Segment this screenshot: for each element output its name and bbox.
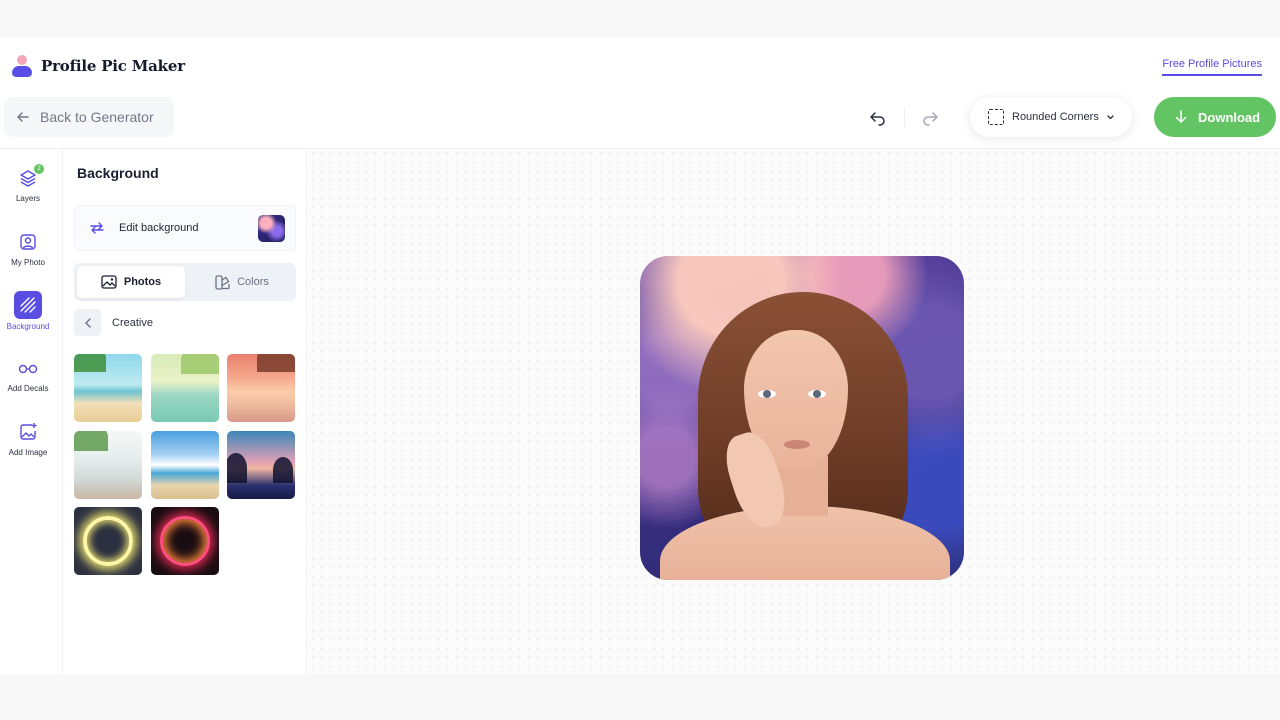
background-thumbnail-tropical-leaves[interactable] — [151, 354, 219, 422]
rail-item-label: My Photo — [11, 258, 45, 267]
app-window: Profile Pic Maker Free Profile Pictures … — [0, 38, 1280, 674]
rail-item-add-decals[interactable]: Add Decals — [0, 357, 56, 393]
rail-item-label: Layers — [15, 194, 40, 203]
app-logo[interactable]: Profile Pic Maker — [10, 53, 185, 79]
back-to-generator-label: Back to Generator — [40, 109, 154, 125]
background-thumbnail-neon-palm-sunset[interactable] — [227, 431, 295, 499]
rounded-corners-label: Rounded Corners — [1012, 111, 1099, 123]
layers-count-badge: 2 — [34, 164, 44, 174]
current-background-thumbnail — [258, 215, 285, 242]
background-thumbnail-yellow-neon-ring[interactable] — [74, 507, 142, 575]
rail-item-label: Add Decals — [7, 384, 49, 393]
background-thumbnail-red-neon-ring[interactable] — [151, 507, 219, 575]
back-to-generator-button[interactable]: Back to Generator — [4, 97, 174, 137]
edit-background-label: Edit background — [119, 222, 199, 234]
background-icon — [14, 291, 42, 319]
background-thumbnail-palm-wood-deck[interactable] — [74, 431, 142, 499]
toolbar-divider — [904, 107, 905, 127]
download-label: Download — [1198, 109, 1261, 125]
download-button[interactable]: Download — [1154, 97, 1276, 137]
background-thumbnail-sky-beach[interactable] — [151, 431, 219, 499]
background-panel: Background Edit background Photos Colors… — [63, 149, 307, 674]
background-thumbnail-sunset-palm[interactable] — [227, 354, 295, 422]
chevron-left-icon — [84, 317, 91, 328]
rail-item-label: Background — [6, 322, 50, 331]
free-profile-pictures-link[interactable]: Free Profile Pictures — [1162, 58, 1262, 76]
chevron-down-icon — [1107, 114, 1114, 119]
logo-icon — [10, 53, 34, 79]
edit-background-button[interactable]: Edit background — [74, 205, 296, 251]
rail-item-add-image[interactable]: Add Image — [0, 421, 56, 457]
tab-photos[interactable]: Photos — [77, 266, 185, 298]
rail-item-my-photo[interactable]: My Photo — [0, 231, 56, 267]
background-source-tabs: Photos Colors — [74, 263, 296, 301]
corners-frame-icon — [988, 109, 1004, 125]
category-label: Creative — [112, 316, 153, 329]
rail-item-layers[interactable]: 2 Layers — [0, 164, 56, 203]
undo-icon[interactable] — [868, 108, 888, 128]
profile-picture-preview[interactable] — [640, 256, 964, 580]
category-back-button[interactable] — [74, 309, 101, 336]
glasses-icon — [17, 357, 39, 379]
tool-rail: 2 Layers My Photo Background Add Decals — [0, 149, 63, 674]
rounded-corners-dropdown[interactable]: Rounded Corners — [970, 97, 1132, 137]
rail-item-background[interactable]: Background — [0, 291, 56, 331]
user-photo-icon — [17, 231, 39, 253]
swatch-icon — [215, 274, 230, 290]
add-image-icon — [17, 421, 39, 443]
panel-title: Background — [77, 165, 159, 181]
tab-photos-label: Photos — [123, 276, 162, 288]
app-name: Profile Pic Maker — [41, 57, 185, 75]
background-thumbnail-beach-palm[interactable] — [74, 354, 142, 422]
editor-canvas — [308, 149, 1280, 674]
download-arrow-icon — [1175, 110, 1187, 123]
swap-icon — [90, 222, 104, 234]
arrow-left-icon — [17, 112, 29, 122]
redo-icon[interactable] — [920, 108, 940, 128]
tab-colors-label: Colors — [237, 276, 269, 288]
tab-colors[interactable]: Colors — [188, 266, 296, 298]
photo-icon — [101, 275, 117, 289]
category-breadcrumb: Creative — [74, 309, 153, 336]
rail-item-label: Add Image — [8, 448, 48, 457]
